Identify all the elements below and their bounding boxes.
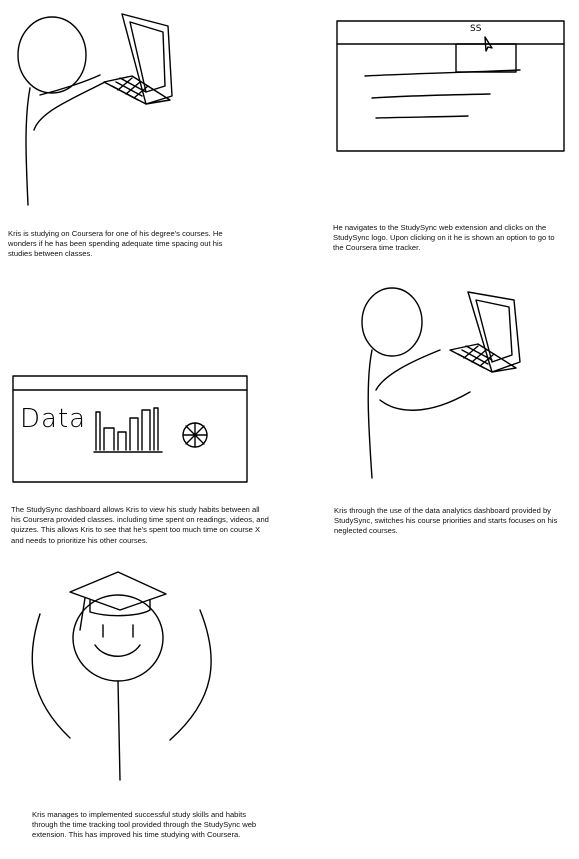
smile — [94, 644, 141, 657]
panel-1-drawing — [17, 13, 173, 206]
person-arm-2 — [39, 74, 101, 96]
panel-3-caption: Kris through the use of the data analyti… — [334, 506, 558, 536]
panel-4-caption: The StudySync dashboard allows Kris to v… — [11, 505, 269, 545]
arm-left — [31, 613, 71, 739]
panel-2-caption: He navigates to the StudySync web extens… — [333, 223, 555, 253]
text-line-3 — [375, 115, 469, 119]
browser-window — [336, 20, 565, 152]
panel-1-caption: Kris is studying on Coursera for one of … — [8, 229, 223, 259]
storyboard-sketches — [12, 13, 565, 781]
text-line-1 — [364, 69, 521, 77]
dashboard-data-label: Data — [20, 404, 87, 434]
person-head — [17, 16, 87, 94]
person-body — [367, 349, 373, 479]
person-head — [361, 287, 423, 357]
graduate-body — [117, 680, 121, 781]
text-line-2 — [371, 93, 491, 99]
arm-right — [169, 609, 212, 741]
person-body — [25, 87, 31, 206]
panel-5-drawing — [31, 571, 212, 781]
graduate-head — [72, 594, 164, 682]
bar-chart — [93, 407, 163, 453]
panel-2-drawing — [336, 20, 565, 152]
panel-5-caption: Kris manages to implemented successful s… — [32, 810, 257, 840]
studysync-logo-text: SS — [470, 24, 482, 34]
person-arm — [33, 81, 106, 131]
pie-chart-slices — [182, 422, 208, 448]
laptop-screen-inner — [475, 299, 513, 363]
panel-3-drawing — [361, 287, 521, 479]
person-arm-2 — [379, 391, 471, 411]
laptop-screen-inner — [129, 21, 166, 93]
